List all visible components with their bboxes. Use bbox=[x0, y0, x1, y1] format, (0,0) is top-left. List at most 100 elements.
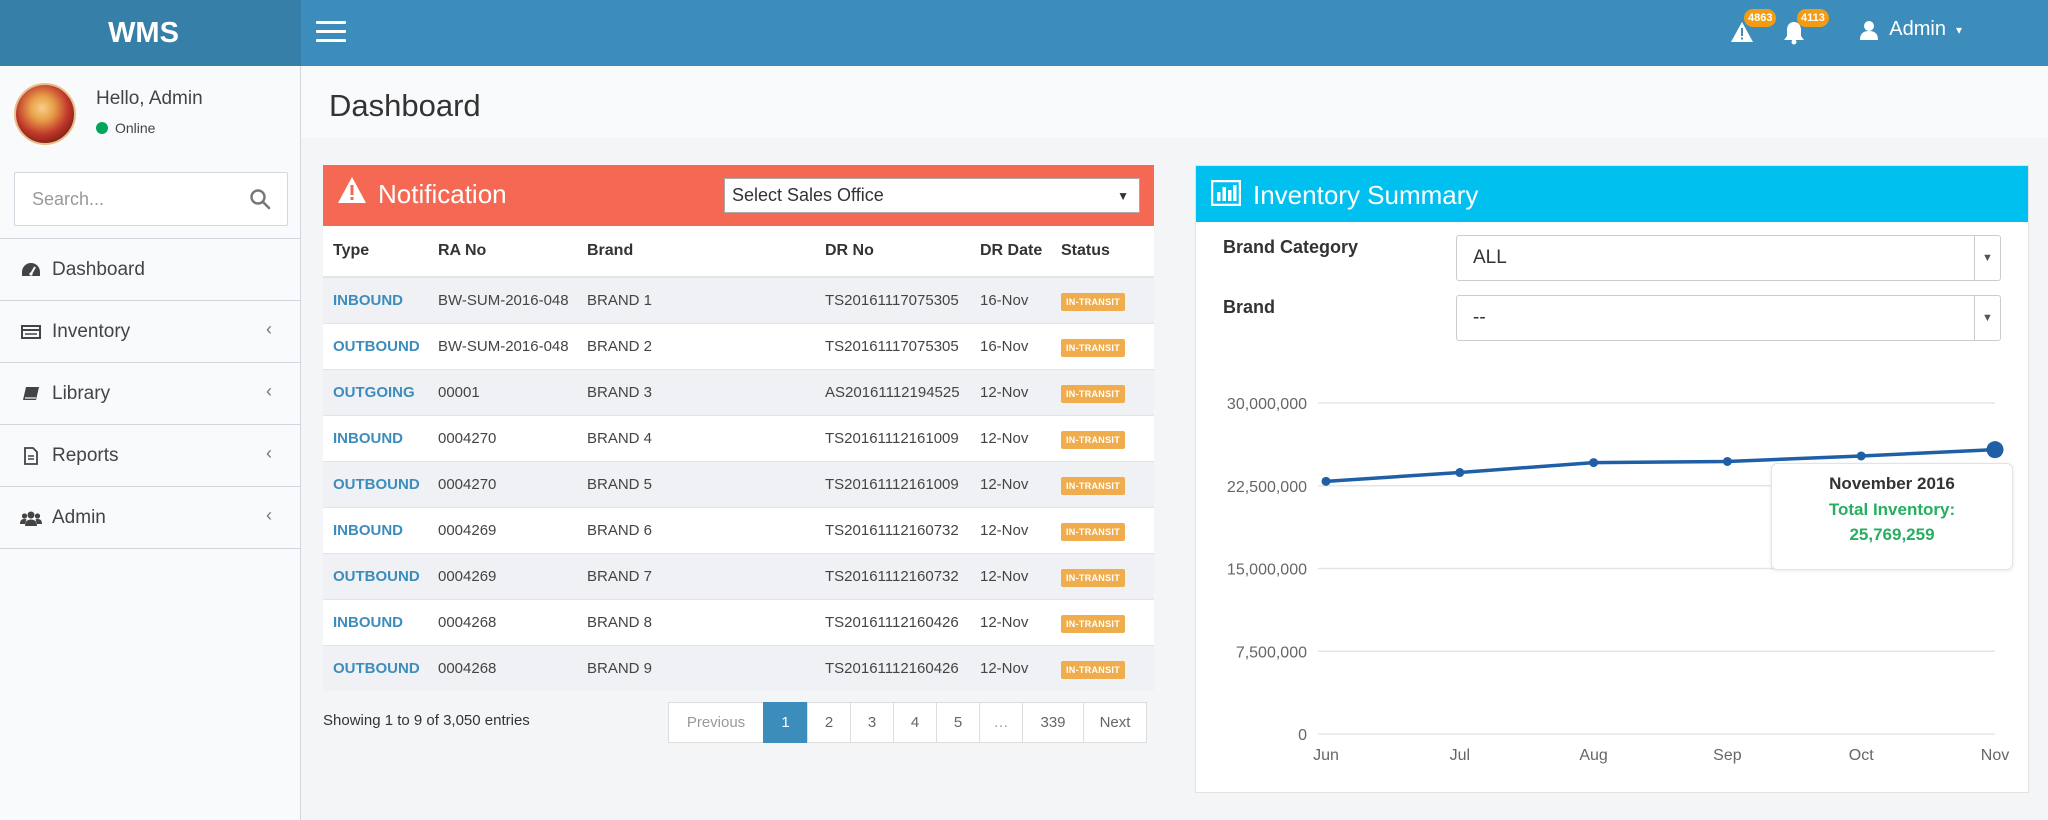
table-cell: TS20161112160732 bbox=[815, 552, 970, 599]
brand-cell: BRAND 9 bbox=[587, 659, 653, 677]
pagination-page[interactable]: 339 bbox=[1022, 702, 1084, 743]
table-cell: 16-Nov bbox=[970, 276, 1051, 323]
warning-icon bbox=[338, 177, 366, 203]
sidebar-item-reports[interactable]: Reports ‹ bbox=[0, 425, 300, 487]
pagination-page[interactable]: 2 bbox=[807, 702, 851, 743]
table-row: INBOUND BW-SUM-2016-048 BRAND 1 TS201611170… bbox=[323, 276, 1154, 323]
column-header[interactable]: RA No bbox=[428, 226, 577, 278]
dr-date-cell: 16-Nov bbox=[980, 337, 1029, 355]
x-tick-label: Jul bbox=[1450, 747, 1470, 764]
type-link[interactable]: OUTBOUND bbox=[333, 660, 420, 677]
inventory-icon bbox=[20, 322, 42, 342]
sidebar: Hello, Admin Online Dashboard Inventory … bbox=[0, 66, 301, 820]
data-point[interactable] bbox=[1722, 456, 1732, 466]
pagination-previous[interactable]: Previous bbox=[668, 702, 764, 743]
search-icon[interactable] bbox=[249, 188, 271, 210]
table-cell: AS20161112194525 bbox=[815, 368, 970, 415]
sidebar-item-label: Reports bbox=[52, 444, 119, 466]
tooltip-title: November 2016 bbox=[1829, 474, 1955, 493]
table-row: OUTBOUND BW-SUM-2016-048 BRAND 2 TS20161117… bbox=[323, 322, 1154, 369]
dr-date-cell: 12-Nov bbox=[980, 567, 1029, 585]
app-logo[interactable]: WMS bbox=[0, 0, 301, 66]
x-tick-label: Oct bbox=[1849, 747, 1874, 764]
dr-no-cell: TS20161112160426 bbox=[825, 613, 959, 631]
type-link[interactable]: OUTBOUND bbox=[333, 568, 420, 585]
type-link[interactable]: INBOUND bbox=[333, 522, 403, 539]
table-cell: OUTBOUND bbox=[323, 552, 428, 599]
type-link[interactable]: OUTGOING bbox=[333, 384, 415, 401]
table-cell: 12-Nov bbox=[970, 644, 1051, 691]
column-header[interactable]: Type bbox=[323, 226, 428, 278]
pagination-page[interactable]: 5 bbox=[936, 702, 980, 743]
status-badge: IN-TRANSIT bbox=[1061, 522, 1125, 541]
caret-down-icon: ▾ bbox=[1955, 22, 1962, 37]
alerts-button[interactable]: 4863 bbox=[1728, 9, 1777, 48]
user-panel: Hello, Admin Online bbox=[0, 66, 300, 166]
table-row: INBOUND 0004269 BRAND 6 TS20161112160732 12-… bbox=[323, 506, 1154, 553]
pagination-page[interactable]: 3 bbox=[850, 702, 894, 743]
inventory-title: Inventory Summary bbox=[1253, 180, 1479, 210]
table-cell: IN-TRANSIT bbox=[1051, 322, 1154, 369]
user-icon bbox=[1860, 20, 1879, 40]
y-tick-label: 0 bbox=[1298, 727, 1307, 744]
x-tick-label: Jun bbox=[1313, 747, 1339, 764]
sidebar-item-label: Library bbox=[52, 382, 111, 404]
chevron-left-icon: ‹ bbox=[266, 505, 272, 525]
data-point[interactable] bbox=[1455, 468, 1465, 478]
table-cell: 0004268 bbox=[428, 598, 577, 645]
pagination-page[interactable]: … bbox=[979, 702, 1023, 743]
sidebar-item-library[interactable]: Library ‹ bbox=[0, 363, 300, 425]
type-link[interactable]: INBOUND bbox=[333, 430, 403, 447]
column-header[interactable]: DR Date bbox=[970, 226, 1051, 278]
brand-category-select[interactable]: ALL ▼ bbox=[1456, 235, 2001, 281]
column-header[interactable]: Status bbox=[1051, 226, 1154, 278]
sidebar-search bbox=[14, 172, 288, 226]
data-point[interactable] bbox=[1856, 451, 1866, 461]
sidebar-item-admin[interactable]: Admin ‹ bbox=[0, 487, 300, 549]
column-header[interactable]: DR No bbox=[815, 226, 970, 278]
user-status: Online bbox=[96, 120, 155, 136]
data-point[interactable] bbox=[1589, 458, 1599, 468]
y-tick-label: 15,000,000 bbox=[1227, 562, 1307, 579]
brand-category-label: Brand Category bbox=[1223, 237, 1359, 257]
chevron-left-icon: ‹ bbox=[266, 443, 272, 463]
table-cell: 0004270 bbox=[428, 460, 577, 507]
table-cell: 12-Nov bbox=[970, 598, 1051, 645]
brand-label: Brand bbox=[1223, 297, 1276, 317]
sidebar-item-dashboard[interactable]: Dashboard bbox=[0, 239, 300, 301]
table-cell: BRAND 5 bbox=[577, 460, 815, 507]
notifications-button[interactable]: 4113 bbox=[1781, 9, 1829, 48]
table-cell: 12-Nov bbox=[970, 460, 1051, 507]
ra-no-cell: 0004270 bbox=[438, 429, 497, 447]
user-menu[interactable]: Admin ▾ bbox=[1859, 18, 1962, 41]
table-cell: TS20161117075305 bbox=[815, 276, 970, 323]
pagination-next[interactable]: Next bbox=[1083, 702, 1147, 743]
users-icon bbox=[20, 508, 42, 528]
sidebar-item-inventory[interactable]: Inventory ‹ bbox=[0, 301, 300, 363]
search-input[interactable] bbox=[15, 173, 215, 225]
type-link[interactable]: INBOUND bbox=[333, 614, 403, 631]
type-link[interactable]: OUTBOUND bbox=[333, 476, 420, 493]
table-header-row: Type RA No Brand DR No DR Date Status bbox=[323, 226, 1154, 278]
table-cell: BRAND 6 bbox=[577, 506, 815, 553]
sales-office-select[interactable]: Select Sales Office ▼ bbox=[724, 178, 1140, 213]
dr-date-cell: 12-Nov bbox=[980, 613, 1029, 631]
chevron-left-icon: ‹ bbox=[266, 319, 272, 339]
dr-no-cell: TS20161112161009 bbox=[825, 429, 959, 447]
brand-select[interactable]: -- ▼ bbox=[1456, 295, 2001, 341]
page-title: Dashboard bbox=[329, 88, 481, 123]
sidebar-toggle-icon[interactable] bbox=[316, 21, 346, 45]
status-badge: IN-TRANSIT bbox=[1061, 338, 1125, 357]
column-header[interactable]: Brand bbox=[577, 226, 815, 278]
status-badge: IN-TRANSIT bbox=[1061, 430, 1125, 449]
data-point[interactable] bbox=[1321, 476, 1331, 486]
pagination-page[interactable]: 1 bbox=[763, 702, 808, 743]
user-menu-label: Admin bbox=[1889, 18, 1946, 40]
brand-category-value: ALL bbox=[1473, 247, 1507, 268]
table-row: OUTGOING 00001 BRAND 3 AS20161112194525 12-N… bbox=[323, 368, 1154, 415]
type-link[interactable]: INBOUND bbox=[333, 292, 403, 309]
type-link[interactable]: OUTBOUND bbox=[333, 338, 420, 355]
dr-date-cell: 12-Nov bbox=[980, 429, 1029, 447]
highlighted-data-point[interactable] bbox=[1986, 441, 2004, 459]
pagination-page[interactable]: 4 bbox=[893, 702, 937, 743]
